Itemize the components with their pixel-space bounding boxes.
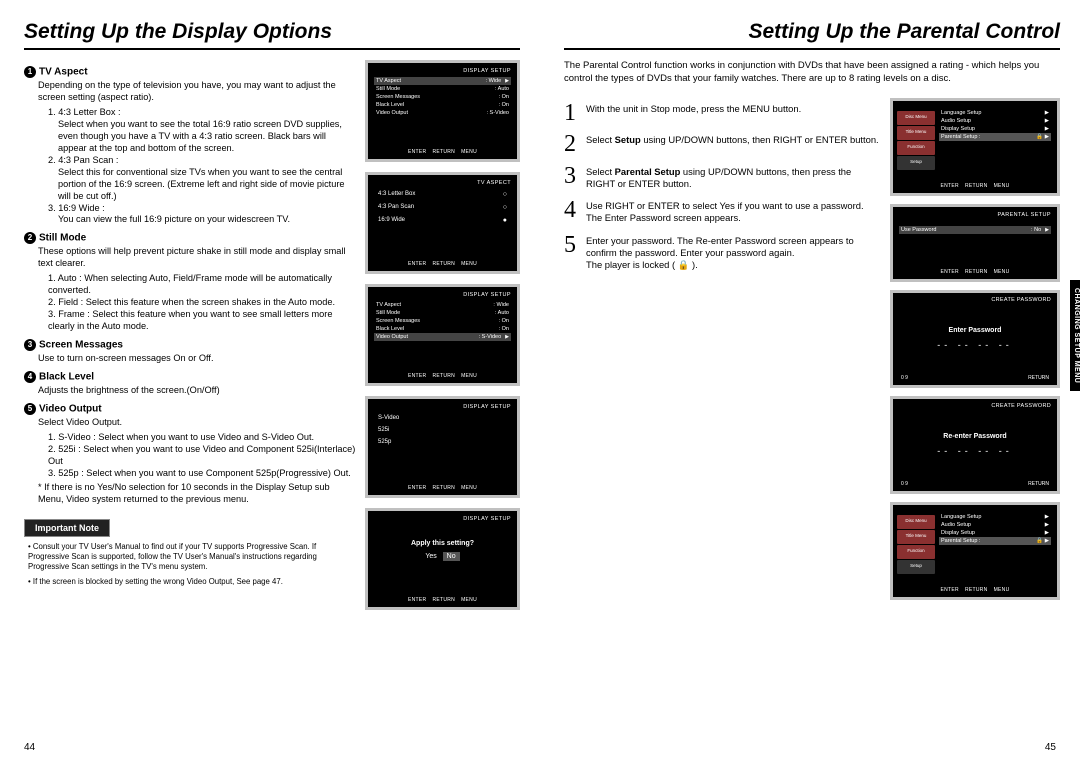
section-tab: CHANGING SETUP MENU	[1070, 280, 1080, 391]
tv-aspect-intro: Depending on the type of television you …	[38, 80, 357, 104]
thumb-setup-menu-2: Disc Menu Title Menu Function Setup Lang…	[890, 502, 1060, 600]
left-thumbnails: DISPLAY SETUP TV Aspect: Wide Still Mode…	[365, 60, 520, 610]
step-1: 1 With the unit in Stop mode, press the …	[564, 103, 880, 125]
thumb-tv-aspect: TV ASPECT 4:3 Letter Box 4:3 Pan Scan 16…	[365, 172, 520, 274]
thumb-enter-password: CREATE PASSWORD Enter Password -- -- -- …	[890, 290, 1060, 388]
page-right: Setting Up the Parental Control The Pare…	[540, 0, 1080, 765]
important-note-label: Important Note	[24, 519, 110, 537]
thumb-parental-setup: PARENTAL SETUP Use Password: No ENTERRET…	[890, 204, 1060, 282]
right-thumbnails: Disc Menu Title Menu Function Setup Lang…	[890, 98, 1060, 600]
manual-spread: Setting Up the Display Options 1TV Aspec…	[0, 0, 1080, 765]
page-left-title: Setting Up the Display Options	[24, 20, 520, 50]
page-number-left: 44	[24, 742, 35, 753]
step-5: 5 Enter your password. The Re-enter Pass…	[564, 235, 880, 272]
thumb-apply-setting: DISPLAY SETUP Apply this setting? Yes No…	[365, 508, 520, 610]
thumb-reenter-password: CREATE PASSWORD Re-enter Password -- -- …	[890, 396, 1060, 494]
thumb-setup-menu-1: Disc Menu Title Menu Function Setup Lang…	[890, 98, 1060, 196]
black-level-heading: 4Black Level	[24, 371, 357, 383]
page-number-right: 45	[1045, 742, 1056, 753]
parental-intro: The Parental Control function works in c…	[564, 60, 1060, 86]
page-left: Setting Up the Display Options 1TV Aspec…	[0, 0, 540, 765]
thumb-display-setup-2: DISPLAY SETUP TV Aspect: Wide Still Mode…	[365, 284, 520, 386]
step-4: 4 Use RIGHT or ENTER to select Yes if yo…	[564, 200, 880, 224]
page-right-title: Setting Up the Parental Control	[564, 20, 1060, 50]
tv-aspect-heading: 1TV Aspect	[24, 66, 357, 78]
video-output-heading: 5Video Output	[24, 403, 357, 415]
thumb-video-output: DISPLAY SETUP S-Video 525i 525p ENTERRET…	[365, 396, 520, 498]
fine-print-1: Consult your TV User's Manual to find ou…	[28, 542, 357, 572]
still-mode-heading: 2Still Mode	[24, 232, 357, 244]
step-3: 3 Select Parental Setup using UP/DOWN bu…	[564, 166, 880, 190]
thumb-display-setup-1: DISPLAY SETUP TV Aspect: Wide Still Mode…	[365, 60, 520, 162]
step-2: 2 Select Setup using UP/DOWN buttons, th…	[564, 134, 880, 156]
fine-print-2: If the screen is blocked by setting the …	[28, 577, 357, 587]
screen-messages-heading: 3Screen Messages	[24, 339, 357, 351]
